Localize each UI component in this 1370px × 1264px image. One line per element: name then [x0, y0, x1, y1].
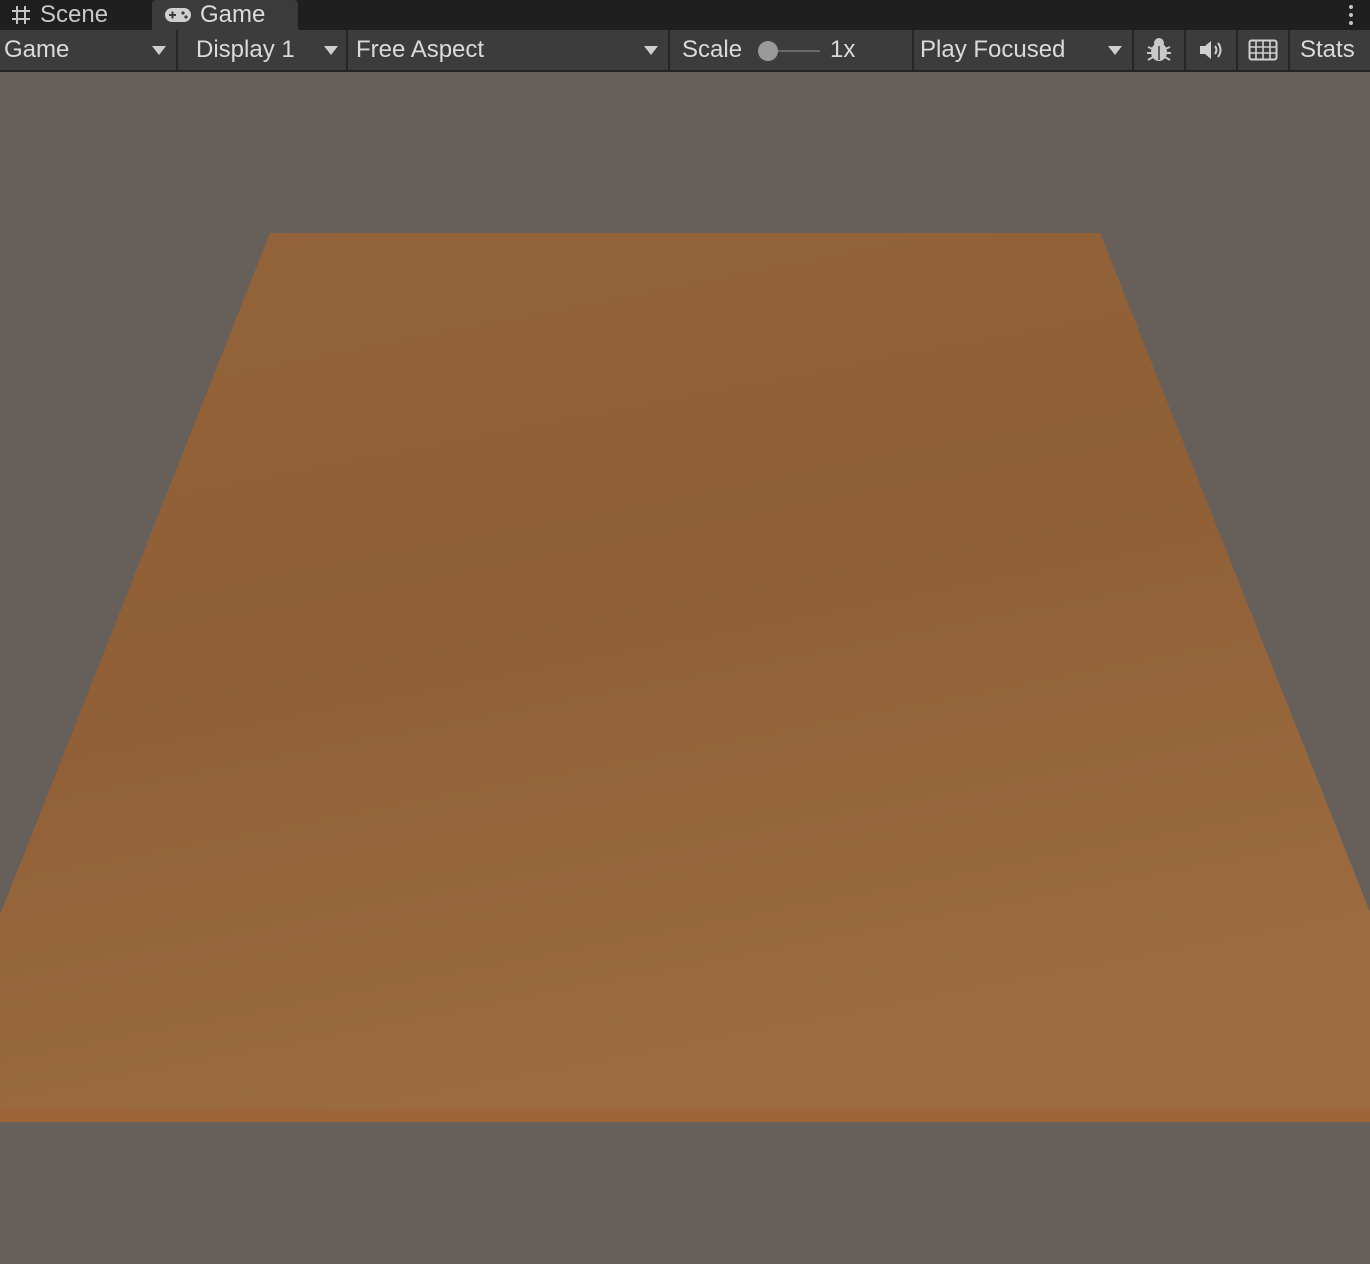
stats-label: Stats	[1300, 36, 1355, 63]
scale-value: 1x	[830, 36, 856, 63]
grid-hash-icon	[10, 4, 32, 26]
chevron-down-icon	[1108, 46, 1122, 55]
game-toolbar: Game Display 1 Free Aspect Scale 1x Play…	[0, 30, 1370, 72]
aspect-label: Free Aspect	[356, 36, 485, 63]
chevron-down-icon	[152, 46, 166, 55]
kebab-menu-icon[interactable]	[1344, 2, 1358, 28]
scale-label: Scale	[682, 36, 743, 63]
tab-strip: Scene Game	[0, 0, 1370, 30]
bug-icon[interactable]	[1134, 30, 1186, 70]
chevron-down-icon	[644, 46, 658, 55]
chevron-down-icon	[324, 46, 338, 55]
unity-game-window: Scene Game Game Display 1 Free Aspect Sc…	[0, 0, 1370, 1264]
tab-scene-label: Scene	[40, 1, 109, 28]
keyboard-icon[interactable]	[1238, 30, 1290, 70]
speaker-icon[interactable]	[1186, 30, 1238, 70]
ground-plane-edge	[0, 1109, 1370, 1122]
display-dropdown[interactable]: Display 1	[178, 30, 348, 70]
game-viewport[interactable]	[0, 72, 1370, 1264]
ground-plane	[0, 233, 1370, 1122]
tab-scene[interactable]: Scene	[0, 0, 150, 30]
play-mode-label: Play Focused	[920, 36, 1066, 63]
scale-slider-handle[interactable]	[758, 41, 778, 61]
view-mode-dropdown[interactable]: Game	[0, 30, 178, 70]
play-mode-dropdown[interactable]: Play Focused	[914, 30, 1134, 70]
stats-button[interactable]: Stats	[1290, 30, 1370, 70]
display-label: Display 1	[196, 36, 295, 63]
tab-game[interactable]: Game	[152, 0, 298, 30]
gamepad-icon	[164, 6, 192, 24]
tab-game-label: Game	[200, 1, 266, 28]
view-mode-label: Game	[4, 36, 70, 63]
aspect-dropdown[interactable]: Free Aspect	[348, 30, 670, 70]
game-render	[0, 233, 1370, 1122]
scale-control: Scale 1x	[670, 30, 914, 70]
